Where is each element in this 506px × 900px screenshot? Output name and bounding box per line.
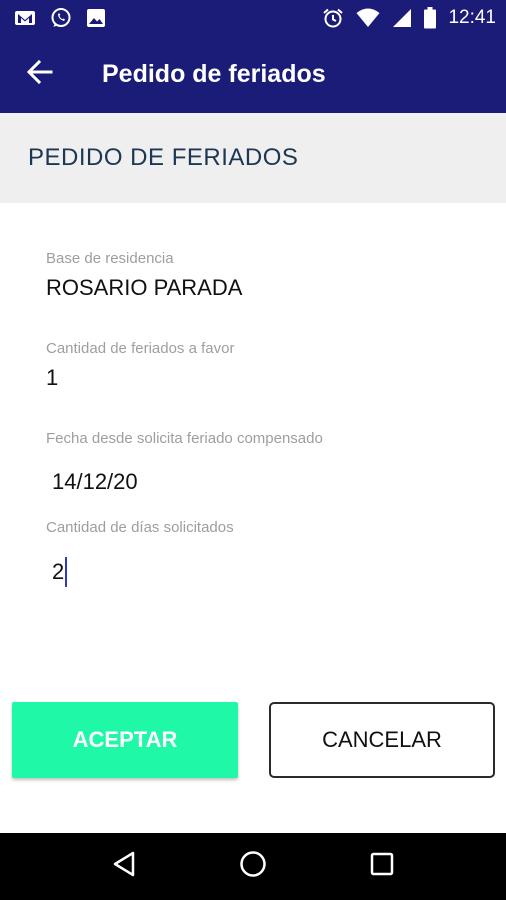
nav-home-button[interactable]: [223, 837, 283, 897]
fecha-desde-input[interactable]: 14/12/20: [52, 467, 466, 497]
cantidad-dias-value: 2: [52, 559, 65, 584]
cancel-button[interactable]: CANCELAR: [269, 702, 495, 778]
gallery-icon: [86, 8, 106, 28]
cantidad-dias-field: Cantidad de días solicitados 2: [46, 519, 466, 588]
whatsapp-icon: [50, 7, 72, 29]
section-title: PEDIDO DE FERIADOS: [28, 144, 299, 171]
page-title: Pedido de feriados: [102, 60, 326, 88]
gmail-icon: [14, 9, 36, 27]
wifi-icon: [356, 8, 380, 28]
app-header: 12:41 Pedido de feriados: [0, 0, 506, 113]
cantidad-dias-input[interactable]: 2: [52, 556, 466, 588]
section-header: PEDIDO DE FERIADOS: [0, 113, 506, 203]
base-residencia-label: Base de residencia: [46, 250, 174, 267]
cantidad-feriados-favor-value: 1: [46, 365, 59, 390]
accept-button-label: ACEPTAR: [72, 727, 178, 752]
status-time: 12:41: [448, 7, 496, 28]
arrow-back-icon: [26, 59, 53, 89]
signal-icon: [392, 8, 412, 28]
cancel-button-label: CANCELAR: [322, 727, 442, 752]
accept-button[interactable]: ACEPTAR: [12, 702, 238, 778]
back-triangle-icon: [112, 851, 136, 882]
nav-recents-button[interactable]: [352, 837, 412, 897]
status-bar: 12:41: [0, 0, 506, 36]
fecha-desde-label: Fecha desde solicita feriado compensado: [46, 430, 323, 447]
system-nav-bar: [0, 833, 506, 900]
home-circle-icon: [239, 850, 267, 883]
back-button[interactable]: [0, 36, 80, 113]
alarm-icon: [322, 7, 344, 29]
cantidad-feriados-favor-label: Cantidad de feriados a favor: [46, 340, 235, 357]
fecha-desde-value: 14/12/20: [52, 469, 138, 494]
toolbar: Pedido de feriados: [0, 36, 506, 113]
base-residencia-value: ROSARIO PARADA: [46, 275, 243, 300]
status-right: 12:41: [322, 7, 496, 29]
battery-icon: [424, 7, 437, 29]
cantidad-dias-label: Cantidad de días solicitados: [46, 519, 234, 536]
fecha-desde-field: Fecha desde solicita feriado compensado …: [46, 430, 466, 497]
base-residencia-field: Base de residencia ROSARIO PARADA: [46, 250, 466, 301]
status-left: [14, 7, 120, 29]
nav-back-button[interactable]: [94, 837, 154, 897]
text-caret: [65, 557, 68, 587]
cantidad-feriados-favor-field: Cantidad de feriados a favor 1: [46, 340, 466, 391]
recents-square-icon: [370, 852, 394, 881]
